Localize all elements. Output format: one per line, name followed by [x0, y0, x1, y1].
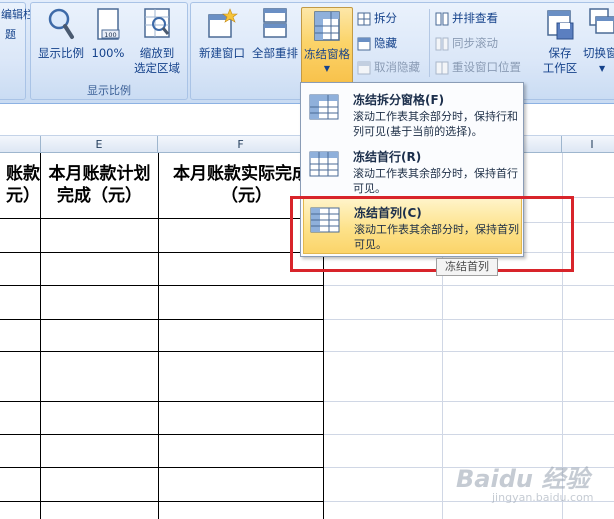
partial-show-group: 编辑栏 题	[0, 2, 34, 100]
hide-button[interactable]: 隐藏	[357, 33, 397, 53]
header-cell-e[interactable]: 本月账款计划 完成（元）	[41, 163, 158, 207]
zoom-to-selection-button[interactable]: 缩放到 选定区域	[129, 7, 185, 76]
zoom-button[interactable]: 显示比例	[35, 7, 87, 61]
chevron-down-icon: ▼	[599, 64, 606, 73]
table-border	[0, 467, 324, 468]
gridline	[324, 351, 614, 352]
table-border	[0, 319, 324, 320]
column-header-d[interactable]: D	[0, 136, 41, 153]
sync-scroll-icon	[435, 37, 449, 50]
freeze-panes-icon	[314, 11, 340, 41]
headings-option[interactable]: 题	[5, 25, 16, 45]
freeze-panes-icon	[309, 94, 339, 120]
chevron-down-icon: ▼	[323, 64, 331, 73]
switch-windows-button[interactable]: 切换窗 ▼	[583, 7, 614, 76]
arrange-all-button[interactable]: 全部重排	[249, 7, 301, 61]
tooltip: 冻结首列	[436, 258, 498, 276]
split-button[interactable]: 拆分	[357, 8, 397, 28]
save-workspace-button[interactable]: 保存 工作区	[537, 7, 583, 76]
sync-scroll-button[interactable]: 同步滚动	[435, 33, 498, 53]
unhide-button[interactable]: 取消隐藏	[357, 57, 420, 77]
gridline	[324, 434, 614, 435]
split-icon	[357, 12, 371, 25]
group-divider	[429, 9, 430, 77]
switch-windows-icon	[589, 8, 614, 34]
menu-item-freeze-panes[interactable]: 冻结拆分窗格(F) 滚动工作表其余部分时，保持行和列可见(基于当前的选择)。	[303, 86, 522, 142]
save-workspace-icon	[547, 10, 574, 40]
reset-position-icon	[435, 61, 449, 74]
table-border	[158, 153, 159, 519]
table-border	[0, 285, 324, 286]
zoom-group-label: 显示比例	[87, 84, 131, 97]
column-header-i[interactable]: I	[562, 136, 614, 153]
view-side-by-side-button[interactable]: 并排查看	[435, 8, 498, 28]
new-window-button[interactable]: 新建窗口	[195, 7, 249, 61]
side-by-side-icon	[435, 12, 449, 25]
zoom-100-button[interactable]: 100 100%	[89, 7, 127, 61]
freeze-panes-button[interactable]: 冻结窗格 ▼	[301, 7, 353, 85]
gridline	[324, 401, 614, 402]
zoom-selection-icon	[144, 8, 170, 38]
watermark: Baidu 经验 jingyan.baidu.com	[448, 455, 608, 515]
freeze-top-row-icon	[309, 151, 339, 177]
hide-window-icon	[357, 37, 371, 50]
table-border	[0, 351, 324, 352]
magnifier-icon	[48, 8, 74, 39]
header-cell-d[interactable]: 账款 元）	[0, 163, 40, 207]
table-border	[0, 218, 324, 219]
watermark-brand: Baidu 经验	[456, 465, 590, 493]
zoom-group: 显示比例 100 100% 缩放到 选定区域 显示比例	[30, 2, 188, 100]
page-100-icon: 100	[97, 8, 120, 40]
table-border	[0, 501, 324, 502]
reset-window-position-button[interactable]: 重设窗口位置	[435, 57, 521, 77]
svg-text:100: 100	[104, 31, 116, 39]
unhide-window-icon	[357, 61, 371, 74]
table-border	[0, 434, 324, 435]
arrange-all-icon	[263, 8, 287, 38]
table-border	[0, 252, 324, 253]
table-border	[40, 153, 41, 519]
gridline	[324, 319, 614, 320]
highlight-annotation-box	[290, 196, 574, 272]
new-window-icon	[208, 8, 238, 38]
column-header-e[interactable]: E	[41, 136, 158, 153]
menu-item-freeze-top-row[interactable]: 冻结首行(R) 滚动工作表其余部分时，保持首行可见。	[303, 143, 522, 199]
table-border	[0, 401, 324, 402]
watermark-url: jingyan.baidu.com	[492, 491, 594, 504]
gridline	[324, 285, 614, 286]
